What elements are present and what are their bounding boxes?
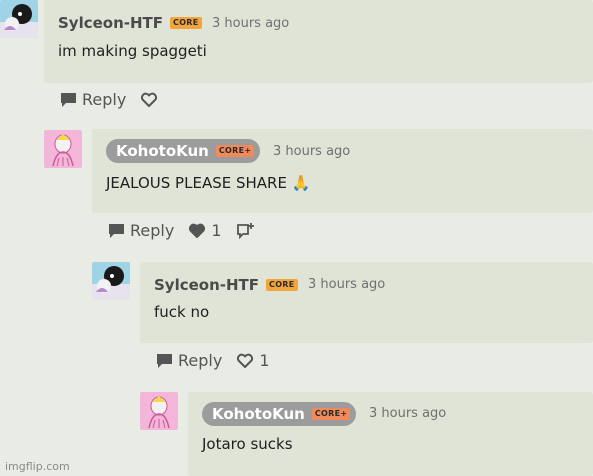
like-button[interactable]: 1 <box>236 351 270 370</box>
heart-icon <box>141 92 158 107</box>
add-image-icon <box>236 222 254 239</box>
add-image-button[interactable] <box>236 222 256 240</box>
timestamp: 3 hours ago <box>308 277 386 292</box>
comment-text: JEALOUS PLEASE SHARE 🙏 <box>106 174 311 192</box>
reply-button[interactable]: Reply <box>108 221 174 240</box>
comment-bubble: Sylceon-HTF CORE 3 hours ago im making s… <box>44 0 593 83</box>
speech-bubble-icon <box>61 92 76 107</box>
timestamp: 3 hours ago <box>212 16 290 31</box>
avatar-kohotokun[interactable] <box>140 392 178 430</box>
timestamp: 3 hours ago <box>273 144 351 159</box>
comment-actions: Reply 1 <box>108 221 270 240</box>
comment-bubble: KohotoKun CORE+ 3 hours ago Jotaro sucks <box>188 392 593 476</box>
comment-text: im making spaggeti <box>58 42 207 60</box>
reply-label: Reply <box>82 90 127 109</box>
core-badge: CORE <box>170 17 202 29</box>
like-button[interactable]: 1 <box>188 221 222 240</box>
avatar-kohotokun[interactable] <box>44 130 82 168</box>
username[interactable]: KohotoKun <box>212 405 305 423</box>
comment-text: Jotaro sucks <box>202 435 293 453</box>
comment-text: fuck no <box>154 303 210 321</box>
timestamp: 3 hours ago <box>369 406 447 421</box>
like-count: 1 <box>259 351 270 370</box>
reply-label: Reply <box>178 351 223 370</box>
comment-bubble: KohotoKun CORE+ 3 hours ago JEALOUS PLEA… <box>92 129 593 213</box>
comment-header: KohotoKun CORE+ <box>106 139 261 163</box>
comment-header: KohotoKun CORE+ <box>202 402 357 426</box>
heart-icon <box>237 353 254 368</box>
like-button[interactable] <box>140 92 158 108</box>
comment-bubble: Sylceon-HTF CORE 3 hours ago fuck no <box>140 262 593 343</box>
core-plus-badge: CORE+ <box>215 145 255 157</box>
like-count: 1 <box>211 221 222 240</box>
core-badge: CORE <box>266 279 298 291</box>
username[interactable]: Sylceon-HTF <box>58 14 163 32</box>
watermark: imgflip.com <box>5 460 70 473</box>
core-plus-badge: CORE+ <box>311 408 351 420</box>
username[interactable]: KohotoKun <box>116 142 209 160</box>
username[interactable]: Sylceon-HTF <box>154 276 259 294</box>
avatar-sylceon[interactable] <box>92 262 130 300</box>
reply-button[interactable]: Reply <box>156 351 222 370</box>
reply-button[interactable]: Reply <box>60 90 126 109</box>
heart-icon <box>189 223 206 238</box>
reply-label: Reply <box>130 221 175 240</box>
comment-actions: Reply 1 <box>156 351 284 370</box>
comment-header: Sylceon-HTF CORE <box>154 274 298 296</box>
comment-actions: Reply <box>60 90 172 109</box>
avatar-sylceon[interactable] <box>0 0 38 38</box>
comment-header: Sylceon-HTF CORE <box>58 12 202 34</box>
speech-bubble-icon <box>109 223 124 238</box>
speech-bubble-icon <box>157 353 172 368</box>
